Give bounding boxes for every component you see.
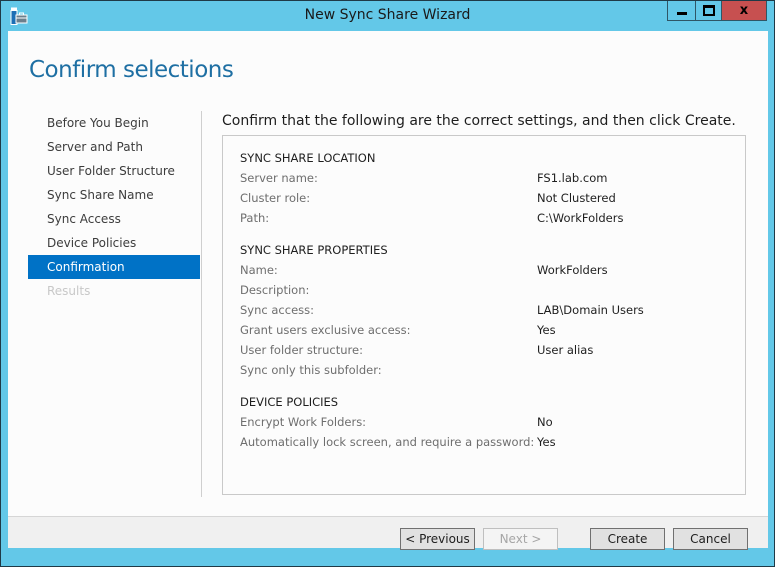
settings-summary-box: SYNC SHARE LOCATION Server name: FS1.lab… (222, 135, 746, 495)
row-label: Encrypt Work Folders: (240, 415, 367, 429)
row-value: FS1.lab.com (537, 171, 608, 185)
wizard-window: New Sync Share Wizard x Confirm selectio… (0, 0, 775, 567)
nav-item-results: Results (47, 284, 91, 298)
row-label: User folder structure: (240, 343, 363, 357)
wizard-client-area: Confirm selections Before You Begin Serv… (8, 31, 768, 550)
summary-row: Sync only this subfolder: (240, 363, 740, 383)
page-title: Confirm selections (29, 57, 234, 83)
row-value: Yes (537, 323, 556, 337)
close-icon: x (739, 3, 749, 18)
next-button: Next > (483, 528, 558, 550)
row-value: C:\WorkFolders (537, 211, 624, 225)
summary-row: User folder structure: User alias (240, 343, 740, 363)
cancel-button[interactable]: Cancel (673, 528, 748, 550)
section-heading-policies: DEVICE POLICIES (240, 395, 339, 409)
nav-divider (201, 111, 202, 497)
minimize-button[interactable] (667, 1, 695, 21)
nav-item-sync-access[interactable]: Sync Access (28, 207, 200, 231)
row-value: WorkFolders (537, 263, 608, 277)
summary-row: Name: WorkFolders (240, 263, 740, 283)
section-heading-properties: SYNC SHARE PROPERTIES (240, 243, 388, 257)
instruction-text: Confirm that the following are the corre… (222, 113, 736, 129)
nav-item-sync-share-name[interactable]: Sync Share Name (28, 183, 200, 207)
maximize-button[interactable] (695, 1, 721, 21)
row-label: Sync only this subfolder: (240, 363, 382, 377)
maximize-icon (702, 5, 715, 16)
row-label: Server name: (240, 171, 318, 185)
summary-row: Server name: FS1.lab.com (240, 171, 740, 191)
nav-item-user-folder-structure[interactable]: User Folder Structure (28, 159, 200, 183)
title-bar[interactable]: New Sync Share Wizard x (1, 1, 774, 31)
caption-buttons: x (667, 1, 767, 22)
nav-item-before-you-begin[interactable]: Before You Begin (28, 111, 200, 135)
summary-row: Sync access: LAB\Domain Users (240, 303, 740, 323)
row-value: Yes (537, 435, 556, 449)
minimize-icon (676, 12, 687, 15)
summary-row: Description: (240, 283, 740, 303)
close-button[interactable]: x (721, 1, 767, 21)
wizard-steps-nav: Before You Begin Server and Path User Fo… (28, 111, 200, 303)
nav-item-device-policies[interactable]: Device Policies (28, 231, 200, 255)
row-value: No (537, 415, 553, 429)
row-label: Grant users exclusive access: (240, 323, 411, 337)
nav-item-confirmation[interactable]: Confirmation (28, 255, 200, 279)
row-label: Sync access: (240, 303, 314, 317)
summary-row: Cluster role: Not Clustered (240, 191, 740, 211)
row-value: User alias (537, 343, 594, 357)
summary-row: Automatically lock screen, and require a… (240, 435, 740, 455)
row-value: LAB\Domain Users (537, 303, 644, 317)
row-label: Automatically lock screen, and require a… (240, 435, 535, 449)
window-title: New Sync Share Wizard (304, 7, 471, 23)
previous-button[interactable]: < Previous (400, 528, 475, 550)
summary-row: Grant users exclusive access: Yes (240, 323, 740, 343)
summary-row: Encrypt Work Folders: No (240, 415, 740, 435)
nav-item-server-and-path[interactable]: Server and Path (28, 135, 200, 159)
row-label: Cluster role: (240, 191, 311, 205)
row-label: Path: (240, 211, 270, 225)
section-heading-location: SYNC SHARE LOCATION (240, 151, 376, 165)
row-label: Description: (240, 283, 310, 297)
summary-row: Path: C:\WorkFolders (240, 211, 740, 231)
create-button[interactable]: Create (590, 528, 665, 550)
row-value: Not Clustered (537, 191, 616, 205)
row-label: Name: (240, 263, 278, 277)
